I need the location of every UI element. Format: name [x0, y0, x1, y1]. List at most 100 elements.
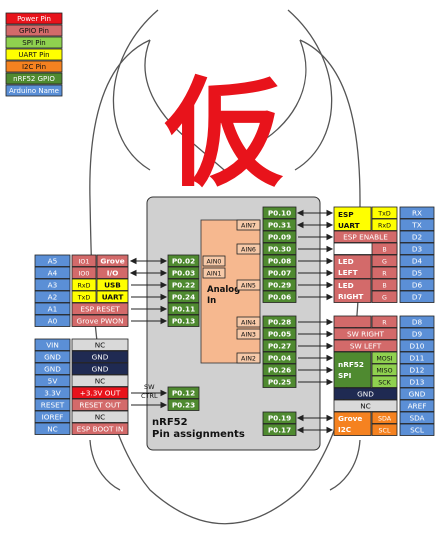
- right-esp-rxd-text: RxD: [378, 222, 391, 229]
- left-power-name-2-text: GND: [44, 364, 61, 373]
- left-power-func-0-text: NC: [95, 340, 106, 349]
- right-ain-1: AIN7: [236, 219, 261, 231]
- left-power-name-1-text: GND: [44, 352, 61, 361]
- right-arduino-2: D2: [399, 230, 435, 243]
- left-power-func-1-text: GND: [92, 352, 109, 361]
- left-ain-0-text: AIN0: [207, 259, 222, 266]
- left-power-func-5-text: RESET OUT: [79, 400, 121, 409]
- legend-uart-text: UART Pin: [18, 51, 49, 59]
- left-io-1: IO0: [71, 266, 97, 279]
- right-mid-arduino-4-text: D12: [410, 365, 425, 374]
- left-power-name-3-text: 5V: [48, 376, 58, 385]
- right-mid-pin-2-text: P0.27: [268, 341, 291, 350]
- left-func-3: UART: [96, 290, 129, 303]
- right-mid-arduino-2-text: D10: [410, 341, 425, 350]
- right-mid-r-text: R: [382, 319, 387, 326]
- right-arduino-3: D3: [399, 242, 435, 255]
- right-ain-3: AIN6: [236, 243, 261, 255]
- right-mid-pin-0: P0.28: [262, 315, 297, 328]
- right-pin-0-text: P0.10: [268, 208, 291, 217]
- right-i2c-pin-0: P0.19: [262, 411, 297, 424]
- right-arduino-1-text: TX: [411, 220, 421, 229]
- right-ain-6: AIN5: [236, 279, 261, 291]
- left-func-1-text: I/O: [107, 268, 119, 277]
- left-pin-0-text: P0.02: [172, 256, 195, 265]
- right-pin-4-text: P0.08: [268, 256, 291, 265]
- legend-gpio-text: GPIO Pin: [19, 27, 49, 35]
- right-led-left-r: R: [371, 266, 398, 279]
- right-mid-r: R: [371, 315, 398, 328]
- right-arduino-1: TX: [399, 218, 435, 231]
- right-pin-3-text: P0.30: [268, 244, 291, 253]
- left-power-name-3: 5V: [34, 374, 71, 387]
- legend-nrf-text: nRF52 GPIO: [13, 75, 55, 83]
- right-ain-6-text: AIN5: [241, 283, 256, 290]
- left-io-3: TxD: [71, 290, 97, 303]
- left-power-name-5-text: RESET: [41, 400, 65, 409]
- left-power-name-7-text: NC: [47, 424, 58, 433]
- right-led-right-g-text: G: [382, 294, 387, 301]
- right-led-left-b: B: [371, 242, 398, 255]
- left-pin-0: P0.02: [167, 254, 200, 267]
- right-mid-ain-3: AIN2: [236, 352, 261, 364]
- left-pin-3: P0.24: [167, 290, 200, 303]
- right-i2c-arduino-0-text: SDA: [409, 413, 424, 422]
- right-power-arduino-0-text: GND: [409, 389, 426, 398]
- right-arduino-7-text: D7: [412, 292, 423, 301]
- right-pin-7: P0.06: [262, 290, 297, 303]
- left-power-func-1: GND: [71, 350, 129, 363]
- right-i2c-arduino-0: SDA: [399, 411, 435, 424]
- left-power-name-6-text: IOREF: [42, 412, 64, 421]
- left-func-0: Grove: [96, 254, 129, 267]
- left-arduino-5: A0: [34, 314, 71, 327]
- right-pin-5: P0.07: [262, 266, 297, 279]
- right-pin-2: P0.09: [262, 230, 297, 243]
- right-led-left-g: G: [371, 254, 398, 267]
- left-power-func-6: NC: [71, 410, 129, 423]
- right-sw-right-text: SW RIGHT: [347, 329, 385, 338]
- legend-uart: UART Pin: [5, 48, 63, 61]
- right-pin-3: P0.30: [262, 242, 297, 255]
- right-sw-right: SW RIGHT: [333, 327, 398, 340]
- right-mid-ain-0: AIN4: [236, 316, 261, 328]
- right-mid-pin-5-text: P0.25: [268, 377, 291, 386]
- right-mid-pin-2: P0.27: [262, 339, 297, 352]
- right-nrf-spi-2: SPI: [338, 371, 352, 380]
- left-arduino-1-text: A4: [48, 268, 58, 277]
- left-arduino-2-text: A3: [48, 280, 58, 289]
- legend-power: Power Pin: [5, 12, 63, 25]
- right-arduino-0: RX: [399, 206, 435, 219]
- right-arduino-3-text: D3: [412, 244, 423, 253]
- left-power-func-5: RESET OUT: [71, 398, 129, 411]
- right-spi-sck: SCK: [371, 375, 398, 388]
- legend-gpio: GPIO Pin: [5, 24, 63, 37]
- right-sw-left-text: SW LEFT: [350, 341, 382, 350]
- right-esp-rxd: RxD: [371, 218, 398, 231]
- right-pin-7-text: P0.06: [268, 292, 291, 301]
- right-i2c-2: I2C: [338, 425, 351, 434]
- right-i2c-arduino-1: SCL: [399, 423, 435, 436]
- right-mid-arduino-0: D8: [399, 315, 435, 328]
- right-arduino-4: D4: [399, 254, 435, 267]
- left-func-5-text: Grove PWON: [77, 316, 124, 325]
- right-i2c-pin-0-text: P0.19: [268, 413, 291, 422]
- legend-i2c-text: I2C Pin: [22, 63, 46, 71]
- right-mid-arduino-4: D12: [399, 363, 435, 376]
- left-pin-4: P0.11: [167, 302, 200, 315]
- left-power-func-7-text: ESP BOOT IN: [77, 424, 124, 433]
- right-power-func-0-text: GND: [357, 389, 374, 398]
- right-i2c-1: Grove: [338, 414, 362, 423]
- legend-i2c: I2C Pin: [5, 60, 63, 73]
- right-power-func-1: NC: [333, 399, 398, 412]
- right-mid-ain-0-text: AIN4: [241, 320, 256, 327]
- left-arduino-3-text: A2: [48, 292, 58, 301]
- legend-nrf: nRF52 GPIO: [5, 72, 63, 85]
- right-i2c-arduino-1-text: SCL: [410, 425, 425, 434]
- right-spi-miso: MISO: [371, 363, 398, 376]
- left-arduino-0: A5: [34, 254, 71, 267]
- right-led-left-b-text: B: [382, 246, 386, 253]
- left-io-1-text: IO0: [79, 270, 90, 277]
- left-func-5: Grove PWON: [71, 314, 129, 327]
- right-pin-6-text: P0.29: [268, 280, 291, 289]
- left-arduino-4: A1: [34, 302, 71, 315]
